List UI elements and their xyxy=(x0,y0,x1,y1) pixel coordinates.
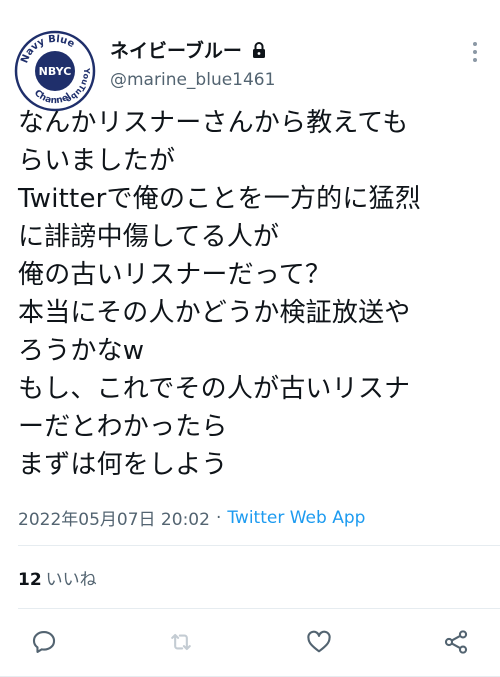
reply-icon xyxy=(32,631,56,653)
share-button[interactable] xyxy=(430,620,482,664)
meta-separator: · xyxy=(215,507,222,528)
retweet-icon xyxy=(171,633,192,651)
divider xyxy=(18,608,500,609)
more-options-icon[interactable] xyxy=(464,38,486,66)
display-name[interactable]: ネイビーブルー xyxy=(110,36,242,63)
avatar[interactable]: Navy Blue YouTube Channel NBYC xyxy=(14,30,96,112)
like-button[interactable] xyxy=(293,620,345,664)
source-app-link[interactable]: Twitter Web App xyxy=(227,508,365,528)
svg-text:NBYC: NBYC xyxy=(39,65,72,78)
share-icon xyxy=(444,630,468,654)
reply-button[interactable] xyxy=(18,620,70,664)
like-icon xyxy=(307,630,331,653)
tweet-header: Navy Blue YouTube Channel NBYC ネイビーブルー @… xyxy=(14,26,486,112)
retweet-button xyxy=(155,620,207,664)
author-name-row[interactable]: ネイビーブルー xyxy=(110,36,268,63)
nbyc-logo-icon: Navy Blue YouTube Channel NBYC xyxy=(14,30,96,112)
tweet-text: なんかリスナーさんから教えても らいましたが Twitterで俺のことを一方的に… xyxy=(18,108,421,480)
author-handle[interactable]: @marine_blue1461 xyxy=(110,70,275,90)
likes-label: いいね xyxy=(45,570,97,590)
lock-icon xyxy=(250,41,268,59)
tweet-meta: 2022年05月07日 20:02 · Twitter Web App xyxy=(18,505,365,531)
likes-count: 12 xyxy=(18,570,42,590)
timestamp[interactable]: 2022年05月07日 20:02 xyxy=(18,505,210,530)
divider xyxy=(18,545,500,546)
tweet-actions xyxy=(18,620,482,664)
likes-summary[interactable]: 12 いいね xyxy=(18,565,97,590)
